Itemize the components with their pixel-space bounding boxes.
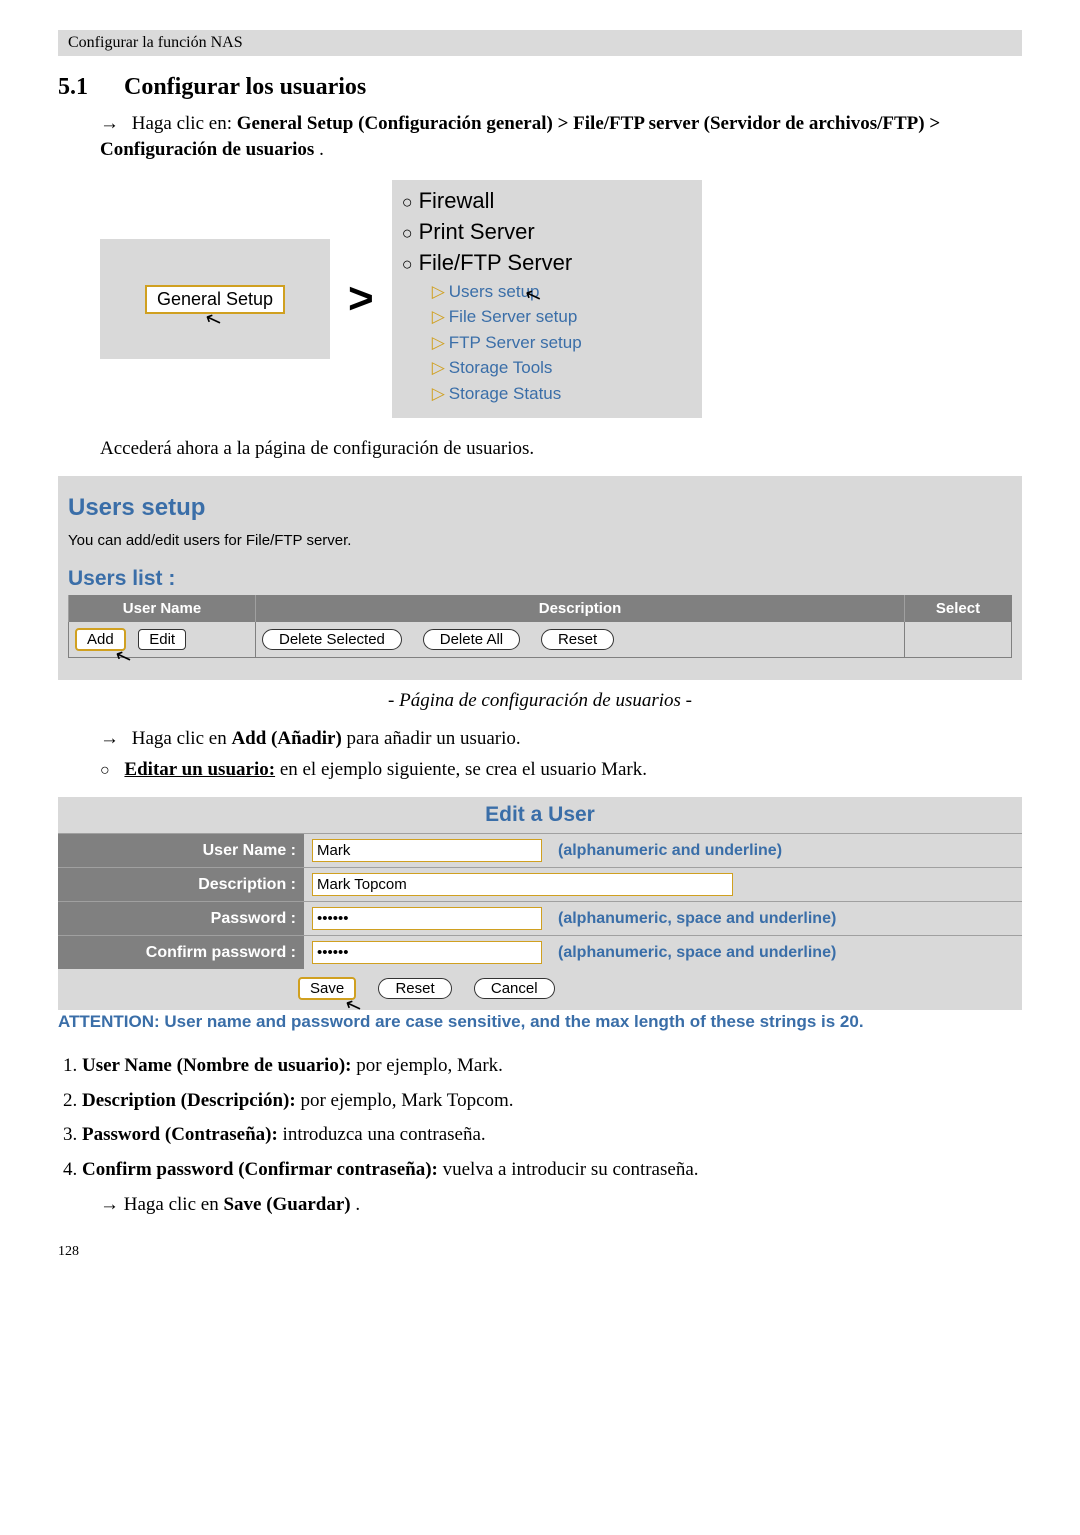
hint-confirm-password: (alphanumeric, space and underline) xyxy=(550,936,1022,970)
save-button[interactable]: Save ↖ xyxy=(298,977,356,1000)
list-item: User Name (Nombre de usuario): por ejemp… xyxy=(82,1052,1022,1081)
section-number: 5.1 xyxy=(58,74,118,101)
pane-subtitle: You can add/edit users for File/FTP serv… xyxy=(68,532,1012,549)
description-input[interactable] xyxy=(312,873,733,896)
col-user-name: User Name xyxy=(69,595,256,621)
menu-panel: ○Firewall ○Print Server ○File/FTP Server… xyxy=(392,180,702,418)
list-item: Confirm password (Confirmar contraseña):… xyxy=(82,1156,1022,1185)
general-setup-button[interactable]: General Setup ↖ xyxy=(145,285,285,314)
nav-instruction: Haga clic en: General Setup (Configuraci… xyxy=(100,111,1022,162)
add-button[interactable]: Add ↖ xyxy=(75,628,126,651)
delete-all-button[interactable]: Delete All xyxy=(423,629,520,650)
paragraph: Accederá ahora a la página de configurac… xyxy=(100,436,1022,462)
section-heading: 5.1 Configurar los usuarios xyxy=(58,74,1022,101)
label-confirm-password: Confirm password : xyxy=(58,936,304,970)
list-item: Password (Contraseña): introduzca una co… xyxy=(82,1121,1022,1150)
reset-button[interactable]: Reset xyxy=(378,978,451,999)
hint-password: (alphanumeric, space and underline) xyxy=(550,902,1022,936)
menu-item-storage-tools[interactable]: Storage Tools xyxy=(449,358,553,377)
pane-title: Users setup xyxy=(68,494,1012,522)
username-input[interactable] xyxy=(312,839,542,862)
password-input[interactable] xyxy=(312,907,542,930)
page-number: 128 xyxy=(58,1244,1022,1260)
section-title: Configurar los usuarios xyxy=(124,74,366,100)
label-password: Password : xyxy=(58,902,304,936)
reset-button[interactable]: Reset xyxy=(541,629,614,650)
edit-button[interactable]: Edit xyxy=(138,629,186,650)
users-list-table: User Name Description Select Add ↖ Edit … xyxy=(68,595,1012,658)
col-description: Description xyxy=(256,595,905,621)
add-instruction: Haga clic en Add (Añadir) para añadir un… xyxy=(100,726,1022,752)
cancel-button[interactable]: Cancel xyxy=(474,978,555,999)
nav-figure: General Setup ↖ > ○Firewall ○Print Serve… xyxy=(100,180,1022,418)
users-list-title: Users list : xyxy=(68,567,1012,591)
hint-username: (alphanumeric and underline) xyxy=(550,834,1022,868)
field-explanations: User Name (Nombre de usuario): por ejemp… xyxy=(58,1052,1022,1184)
list-item: Description (Descripción): por ejemplo, … xyxy=(82,1087,1022,1116)
breadcrumb-arrow: > xyxy=(348,274,374,324)
edit-user-pane: Edit a User User Name : (alphanumeric an… xyxy=(58,797,1022,1010)
edit-user-title: Edit a User xyxy=(58,797,1022,833)
users-setup-pane: Users setup You can add/edit users for F… xyxy=(58,476,1022,680)
attention-note: ATTENTION: User name and password are ca… xyxy=(58,1010,1022,1032)
confirm-password-input[interactable] xyxy=(312,941,542,964)
figure-caption: - Página de configuración de usuarios - xyxy=(58,690,1022,712)
menu-item-file-server[interactable]: File Server setup xyxy=(449,307,578,326)
label-username: User Name : xyxy=(58,834,304,868)
col-select: Select xyxy=(905,595,1012,621)
delete-selected-button[interactable]: Delete Selected xyxy=(262,629,402,650)
save-instruction: → Haga clic en Save (Guardar) . xyxy=(100,1192,1022,1218)
label-description: Description : xyxy=(58,868,304,902)
edit-user-note: Editar un usuario: en el ejemplo siguien… xyxy=(100,757,1022,783)
menu-item-ftp-server[interactable]: FTP Server setup xyxy=(449,333,582,352)
menu-item-storage-status[interactable]: Storage Status xyxy=(449,384,561,403)
running-header: Configurar la función NAS xyxy=(58,30,1022,56)
cursor-icon: ↖ xyxy=(111,642,135,671)
